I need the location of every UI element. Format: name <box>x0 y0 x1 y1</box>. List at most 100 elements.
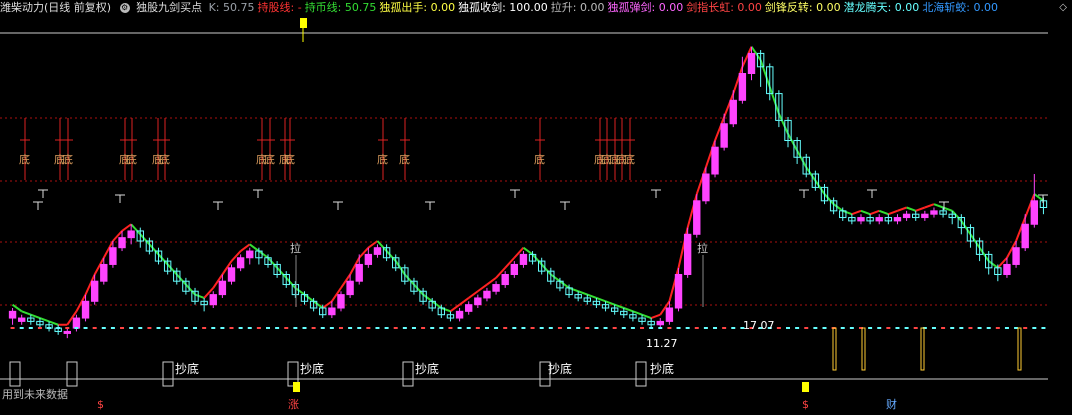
trend-line-segment <box>258 250 269 259</box>
trend-line-segment <box>641 313 652 319</box>
bottom-signal-label: 底 <box>19 152 30 166</box>
trend-line-segment <box>30 313 41 319</box>
trend-line-segment <box>185 283 196 296</box>
trend-line-segment <box>422 293 433 303</box>
trend-line-segment <box>404 273 415 286</box>
trend-line-segment <box>121 223 132 232</box>
candle-body <box>373 247 382 255</box>
trend-line-segment <box>486 277 497 286</box>
trend-line-segment <box>148 243 160 256</box>
bottom-signal-label: 底 <box>126 152 137 166</box>
candle-body <box>1021 223 1029 249</box>
candle-body <box>63 330 71 334</box>
candle-body <box>1003 263 1011 276</box>
trend-line-segment <box>176 273 187 286</box>
trend-line-segment <box>240 243 251 252</box>
top-yellow-marker <box>300 18 307 28</box>
trend-line-segment <box>468 290 479 299</box>
candle-body <box>81 300 90 319</box>
trend-line-segment <box>823 193 835 205</box>
trend-line-segment <box>924 203 935 209</box>
trend-line-segment <box>988 260 999 269</box>
trend-line-segment <box>449 303 461 313</box>
signal-box <box>9 361 21 387</box>
candle-body <box>501 274 509 286</box>
bottom-yellow-marker <box>293 382 300 392</box>
trend-line-segment <box>586 293 597 299</box>
stock-title[interactable]: 潍柴动力(日线 前复权) <box>0 1 111 14</box>
bottom-yellow-marker <box>802 382 809 392</box>
trend-line-segment <box>851 209 862 216</box>
trend-line-segment <box>897 206 907 212</box>
candle-body <box>483 290 491 299</box>
indicator-value: K: 50.75 <box>208 1 255 14</box>
indicator-value: 持股线: - <box>257 1 302 14</box>
chart-canvas: 底底底 底底 底底 底底 底底底底底底底底底底拉 拉抄底 抄底 抄底 抄底 抄底11.2717.0… <box>0 18 1048 411</box>
trend-line-segment <box>267 257 278 269</box>
trend-line-segment <box>385 250 397 262</box>
trend-line-segment <box>869 209 880 216</box>
bottom-signal-label: 底 <box>62 152 73 166</box>
trend-line-segment <box>194 293 205 299</box>
indicator-values: K: 50.75 持股线: - 持币线: 50.75 独孤出手: 0.00 独孤收剑: … <box>209 1 1001 14</box>
candle-body <box>665 307 674 322</box>
candle-body <box>1030 200 1039 225</box>
candle-body <box>902 213 911 219</box>
trend-line-segment <box>139 233 151 246</box>
candle-body <box>337 294 345 309</box>
trend-line-segment <box>157 253 169 266</box>
candle-body <box>127 230 135 239</box>
trend-line-segment <box>623 307 634 313</box>
candle-body <box>930 210 938 215</box>
trend-line-segment <box>605 300 616 306</box>
candle-body <box>90 280 99 302</box>
candle-body <box>328 307 336 316</box>
trend-line-segment <box>285 277 297 289</box>
candle-body <box>711 146 719 175</box>
scroll-arrows-icon[interactable]: ◇ <box>1059 0 1067 16</box>
trend-line-segment <box>915 206 926 212</box>
candle-body <box>346 280 354 296</box>
bottom-buy-label: 抄底 <box>415 361 439 376</box>
candle-body <box>519 253 528 265</box>
indicator-header: 潍柴动力(日线 前复权) ⚙ 独股九剑买点 K: 50.75 持股线: - 持币线:… <box>0 0 1072 16</box>
trend-line-segment <box>768 86 780 115</box>
candle-body <box>720 123 728 148</box>
trend-line-segment <box>440 307 451 313</box>
candle-body <box>118 237 126 249</box>
trend-line-segment <box>303 293 315 303</box>
indicator-value: 持币线: 50.75 <box>304 1 377 14</box>
trend-line-segment <box>568 286 579 293</box>
candle-body <box>857 217 865 222</box>
bottom-buy-label: 抄底 <box>548 361 572 376</box>
bottom-signal-label: 底 <box>399 152 410 166</box>
candle-body <box>109 247 117 265</box>
bottom-marker-label: 涨 <box>288 398 299 411</box>
trend-line-segment <box>559 280 570 289</box>
signal-box <box>162 361 174 387</box>
trend-line-segment <box>951 210 963 222</box>
indicator-value: 拉升: 0.00 <box>550 1 605 14</box>
trend-line-segment <box>249 243 260 252</box>
candle-body <box>246 250 254 259</box>
candle-body <box>72 317 81 329</box>
trend-line-segment <box>650 313 661 319</box>
gear-icon[interactable]: ⚙ <box>119 3 130 13</box>
trend-line-segment <box>413 283 424 296</box>
trend-line-segment <box>294 287 306 296</box>
candle-body <box>656 320 664 326</box>
indicator-value: 北海斩蛟: 0.00 <box>922 1 999 14</box>
yellow-bar <box>920 327 925 371</box>
indicator-name[interactable]: 独股九剑买点 <box>136 1 202 14</box>
candle-body <box>236 257 245 269</box>
trend-line-segment <box>860 209 871 216</box>
bottom-buy-label: 抄底 <box>175 361 199 376</box>
bottom-buy-label: 抄底 <box>300 361 324 376</box>
indicator-value: 独孤出手: 0.00 <box>379 1 456 14</box>
candle-body <box>747 52 756 75</box>
trend-line-segment <box>550 273 561 283</box>
candle-body <box>455 310 464 319</box>
bottom-signal-label: 底 <box>534 152 545 166</box>
trend-line-segment <box>777 113 789 135</box>
indicator-value: 独孤收剑: 100.00 <box>458 1 548 14</box>
